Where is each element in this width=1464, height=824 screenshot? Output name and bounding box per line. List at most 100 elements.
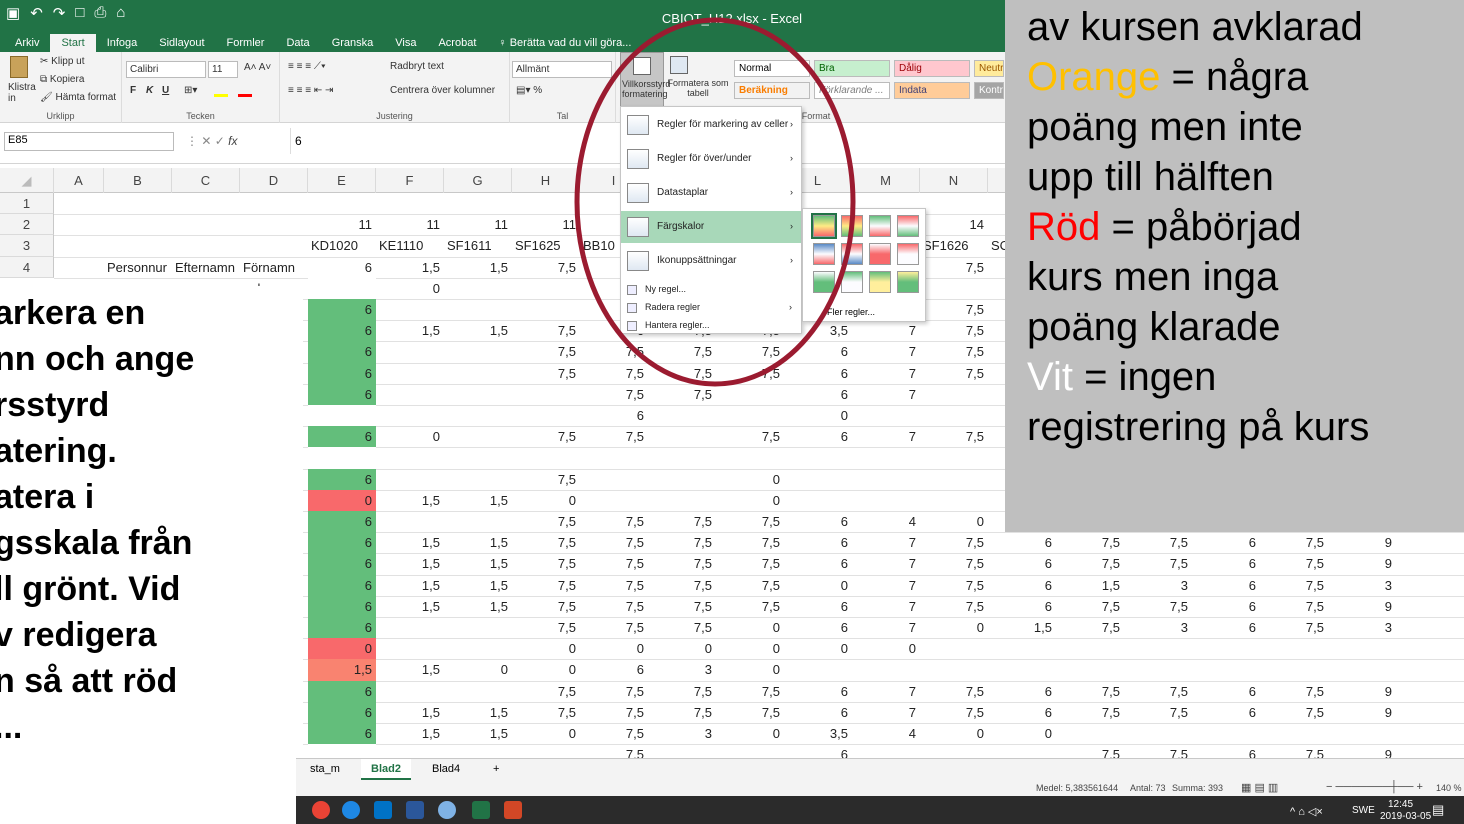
font-color-button[interactable]: [238, 94, 252, 97]
grid-cell[interactable]: 1,5: [376, 659, 444, 680]
grid-cell[interactable]: 7: [852, 596, 920, 617]
grid-cell[interactable]: 7,5: [1056, 681, 1124, 702]
grid-cell[interactable]: [308, 277, 376, 299]
grid-cell[interactable]: 6: [308, 468, 376, 490]
fill-color-button[interactable]: [214, 94, 228, 97]
grid-cell[interactable]: 7,5: [1056, 553, 1124, 574]
grid-cell[interactable]: 7,5: [920, 553, 988, 574]
grid-cell[interactable]: 1,5: [376, 490, 444, 511]
grid-cell[interactable]: 6: [308, 511, 376, 533]
grid-cell[interactable]: [308, 447, 376, 469]
grid-cell[interactable]: 1,5: [376, 320, 444, 341]
grid-cell[interactable]: 7: [852, 426, 920, 447]
percent-button[interactable]: ▤▾ %: [516, 85, 542, 96]
ribbon-tab[interactable]: Acrobat: [427, 34, 487, 52]
grid-cell[interactable]: 7,5: [512, 575, 580, 596]
wrap-text-button[interactable]: Radbryt text: [390, 61, 444, 72]
powerpoint-icon[interactable]: [504, 801, 522, 819]
grid-cell[interactable]: 6: [1192, 702, 1260, 723]
grid-cell[interactable]: KD1020: [308, 235, 376, 256]
color-scale-option[interactable]: [869, 215, 891, 237]
grid-cell[interactable]: 7,5: [580, 744, 648, 758]
grid-cell[interactable]: 7,5: [716, 511, 784, 532]
grid-cell[interactable]: 6: [580, 659, 648, 680]
grid-cell[interactable]: KE1110: [376, 235, 444, 256]
ribbon-tab[interactable]: Start: [50, 34, 96, 52]
merge-center-button[interactable]: Centrera över kolumner: [390, 85, 495, 96]
grid-cell[interactable]: 7: [852, 681, 920, 702]
cut-button[interactable]: ✂ Klipp ut: [40, 56, 85, 67]
color-scale-option[interactable]: [869, 271, 891, 293]
grid-cell[interactable]: SF1626: [920, 235, 988, 256]
grid-cell[interactable]: 6: [988, 575, 1056, 596]
grid-cell[interactable]: 0: [512, 490, 580, 511]
grid-cell[interactable]: 1,5: [376, 532, 444, 553]
border-button[interactable]: ⊞▾: [184, 85, 197, 96]
grid-cell[interactable]: 9: [1328, 596, 1396, 617]
grid-cell[interactable]: 7,5: [580, 681, 648, 702]
grid-cell[interactable]: 0: [716, 638, 784, 659]
grid-cell[interactable]: 7,5: [1056, 596, 1124, 617]
grid-cell[interactable]: 3: [648, 723, 716, 744]
grid-cell[interactable]: 0: [716, 723, 784, 744]
grid-cell[interactable]: 1,5: [444, 723, 512, 744]
grid-cell[interactable]: 6: [988, 553, 1056, 574]
grid-cell[interactable]: Personnur: [104, 257, 172, 278]
sheet-tab[interactable]: Blad4: [422, 759, 470, 780]
grid-cell[interactable]: 7,5: [648, 575, 716, 596]
clock-time[interactable]: 12:45: [1388, 799, 1413, 810]
grid-cell[interactable]: 0: [308, 638, 376, 660]
grid-cell[interactable]: 1,5: [444, 702, 512, 723]
grid-cell[interactable]: 1,5: [444, 532, 512, 553]
grid-cell[interactable]: 7,5: [920, 426, 988, 447]
grid-cell[interactable]: 1,5: [376, 702, 444, 723]
grid-cell[interactable]: 6: [784, 532, 852, 553]
grid-cell[interactable]: 1,5: [376, 553, 444, 574]
grid-cell[interactable]: 6: [308, 341, 376, 363]
color-scale-option[interactable]: [897, 215, 919, 237]
grid-cell[interactable]: 7,5: [1260, 617, 1328, 638]
ribbon-tab[interactable]: Arkiv: [4, 34, 50, 52]
column-header[interactable]: B: [104, 168, 172, 193]
grid-cell[interactable]: 7,5: [512, 511, 580, 532]
grid-cell[interactable]: 7: [852, 532, 920, 553]
grid-cell[interactable]: 7: [852, 575, 920, 596]
grid-cell[interactable]: 14: [920, 214, 988, 235]
chrome-icon[interactable]: [312, 801, 330, 819]
grid-cell[interactable]: 7,5: [1124, 681, 1192, 702]
app-icon[interactable]: [438, 801, 456, 819]
grid-cell[interactable]: 6: [784, 426, 852, 447]
grid-cell[interactable]: 7: [852, 384, 920, 405]
grid-cell[interactable]: 7,5: [920, 257, 988, 278]
copy-button[interactable]: ⧉ Kopiera: [40, 74, 84, 85]
grid-cell[interactable]: 7,5: [512, 426, 580, 447]
grid-cell[interactable]: 7,5: [716, 702, 784, 723]
grid-cell[interactable]: 11: [308, 214, 376, 235]
grid-cell[interactable]: Efternamn: [172, 257, 240, 278]
ribbon-tab[interactable]: Granska: [321, 34, 385, 52]
grid-cell[interactable]: 1,5: [444, 553, 512, 574]
grid-cell[interactable]: 6: [308, 553, 376, 575]
grid-cell[interactable]: 7,5: [1056, 532, 1124, 553]
grid-cell[interactable]: 6: [1192, 553, 1260, 574]
grid-cell[interactable]: 6: [1192, 575, 1260, 596]
grid-cell[interactable]: 7,5: [1124, 702, 1192, 723]
paste-icon[interactable]: [10, 56, 28, 78]
grid-cell[interactable]: 6: [308, 723, 376, 745]
zoom-level[interactable]: 140 %: [1436, 783, 1462, 793]
grid-cell[interactable]: 1,5: [308, 659, 376, 681]
grid-cell[interactable]: 0: [716, 617, 784, 638]
grid-cell[interactable]: 1,5: [988, 617, 1056, 638]
grid-cell[interactable]: 7: [852, 702, 920, 723]
grid-cell[interactable]: 6: [988, 702, 1056, 723]
grid-cell[interactable]: 6: [784, 702, 852, 723]
grid-cell[interactable]: 0: [648, 638, 716, 659]
column-header[interactable]: C: [172, 168, 240, 193]
grid-cell[interactable]: 7,5: [1260, 575, 1328, 596]
grid-cell[interactable]: 6: [1192, 744, 1260, 758]
grid-cell[interactable]: 3: [1124, 617, 1192, 638]
grid-cell[interactable]: 4: [852, 723, 920, 744]
paste-button[interactable]: Klistra in: [8, 82, 36, 104]
grid-cell[interactable]: 9: [1328, 681, 1396, 702]
notification-icon[interactable]: ▤: [1432, 802, 1444, 818]
